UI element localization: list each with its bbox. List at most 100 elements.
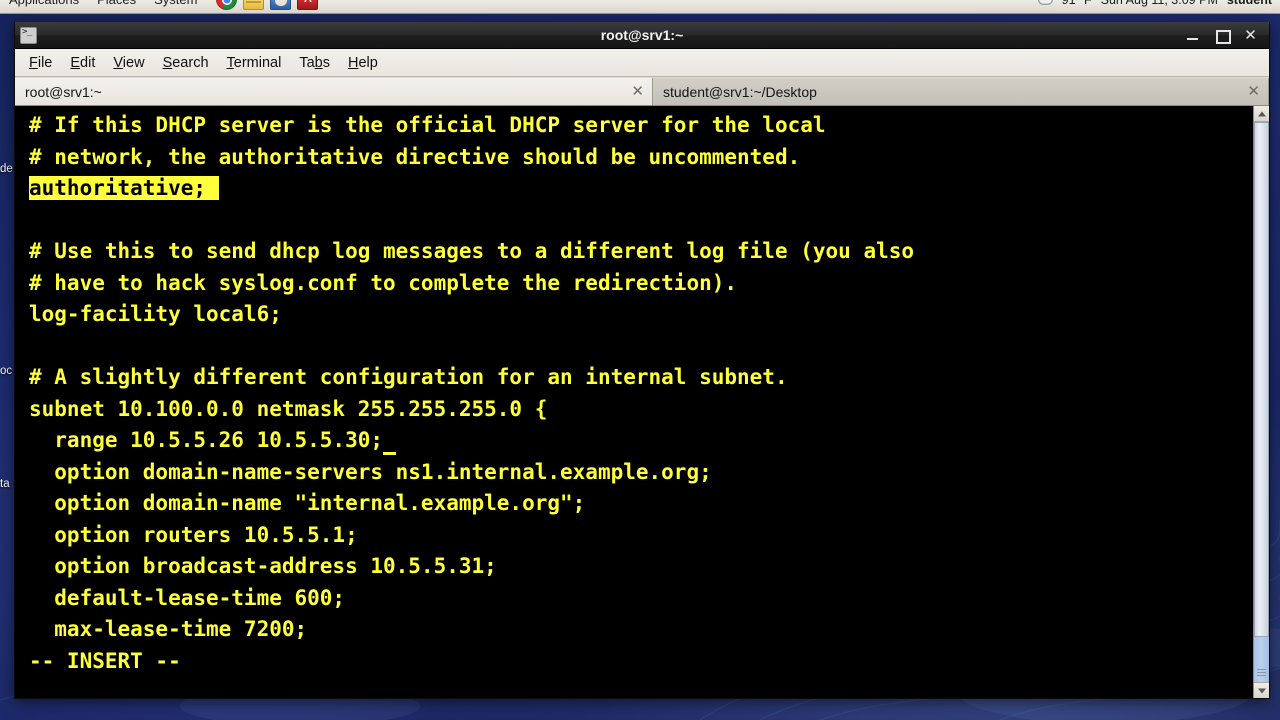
menu-view[interactable]: View — [104, 52, 153, 74]
terminal-line: max-lease-time 7200; — [29, 614, 1253, 646]
terminal-text: option broadcast-address 10.5.5.31; — [29, 554, 497, 578]
menu-tabs[interactable]: Tabs — [290, 52, 339, 74]
panel-clock[interactable]: Sun Aug 11, 3:09 PM — [1101, 0, 1218, 7]
scrollbar-grip — [1257, 669, 1266, 676]
panel-status-area: 91 °F Sun Aug 11, 3:09 PM student — [1037, 0, 1280, 7]
terminal-line: -- INSERT -- — [29, 646, 1253, 678]
terminal-text: log-facility local6; — [29, 302, 282, 326]
panel-menu-system[interactable]: System — [145, 0, 206, 13]
terminal-text: # network, the authoritative directive s… — [29, 144, 801, 169]
menu-edit[interactable]: Edit — [61, 52, 104, 74]
window-controls: ✕ — [1185, 27, 1264, 44]
terminal-text: # A slightly different configuration for… — [29, 365, 788, 389]
terminal-line: option domain-name-servers ns1.internal.… — [29, 457, 1253, 489]
menu-search-post: earch — [172, 54, 209, 71]
desktop-icon-label[interactable]: ta — [0, 478, 10, 490]
tab-root-srv1[interactable]: root@srv1:~ ✕ — [15, 78, 653, 105]
menu-terminal-mnemonic: T — [226, 54, 234, 71]
pdf-launcher-icon[interactable]: A — [297, 0, 319, 10]
menu-search-mnemonic: S — [162, 54, 173, 71]
terminal-line: option routers 10.5.5.1; — [29, 520, 1253, 552]
menu-file-mnemonic: F — [29, 54, 38, 71]
terminal-scrollbar[interactable] — [1253, 106, 1269, 698]
terminal-line: # A slightly different configuration for… — [29, 362, 1253, 394]
top-panel: Applications Places System A 91 °F Sun A… — [0, 0, 1280, 14]
menu-view-post: iew — [122, 54, 145, 71]
maximize-button[interactable] — [1214, 28, 1231, 44]
panel-username[interactable]: student — [1227, 0, 1272, 7]
tab-bar: root@srv1:~ ✕ student@srv1:~/Desktop ✕ — [15, 77, 1269, 106]
terminal-window: root@srv1:~ ✕ File Edit View Search Term… — [14, 22, 1270, 699]
panel-launchers: A — [216, 0, 319, 11]
terminal-text: option domain-name-servers ns1.internal.… — [29, 459, 712, 484]
terminal-text: # have to hack syslog.conf to complete t… — [29, 270, 738, 295]
terminal-text: subnet 10.100.0.0 netmask 255.255.255.0 … — [29, 396, 548, 421]
terminal-text: default-lease-time 600; — [29, 585, 346, 610]
terminal-line: range 10.5.5.26 10.5.5.30; — [29, 425, 1253, 457]
minimize-button[interactable] — [1185, 28, 1200, 43]
terminal-line: # If this DHCP server is the official DH… — [29, 110, 1253, 142]
gimp-launcher-icon[interactable] — [270, 0, 292, 10]
menu-tabs-post: s — [322, 54, 330, 71]
terminal-area: # If this DHCP server is the official DH… — [15, 106, 1269, 698]
terminal-text: option routers 10.5.5.1; — [29, 522, 358, 547]
scrollbar-trough[interactable] — [1254, 122, 1269, 682]
chevron-down-icon — [1257, 688, 1266, 693]
tab-label: student@srv1:~/Desktop — [663, 83, 817, 100]
scroll-up-button[interactable] — [1254, 106, 1269, 122]
terminal-icon — [20, 26, 37, 44]
desktop-icon-label[interactable]: oc — [0, 365, 12, 377]
menu-search[interactable]: Search — [154, 52, 218, 74]
tab-student-desktop[interactable]: student@srv1:~/Desktop ✕ — [653, 78, 1269, 105]
files-launcher-icon[interactable] — [243, 0, 265, 10]
weather-cloud-icon — [1037, 0, 1053, 5]
tab-close-icon[interactable]: ✕ — [621, 84, 644, 99]
desktop-icon-label[interactable]: de — [0, 163, 13, 175]
terminal-line: subnet 10.100.0.0 netmask 255.255.255.0 … — [29, 394, 1253, 426]
window-title: root@srv1:~ — [600, 27, 684, 43]
terminal-screen[interactable]: # If this DHCP server is the official DH… — [15, 106, 1253, 698]
menu-edit-mnemonic: E — [70, 54, 81, 71]
terminal-line: option domain-name "internal.example.org… — [29, 488, 1253, 520]
menu-tabs-mnemonic: b — [314, 54, 323, 71]
menu-tabs-pre: Ta — [299, 54, 315, 71]
chrome-launcher-icon[interactable] — [216, 0, 238, 10]
scrollbar-thumb[interactable] — [1254, 122, 1269, 638]
scroll-down-button[interactable] — [1254, 682, 1269, 698]
menu-bar: File Edit View Search Terminal Tabs Help — [15, 49, 1269, 77]
menu-help-post: elp — [358, 54, 378, 71]
terminal-line: # have to hack syslog.conf to complete t… — [29, 268, 1253, 300]
menu-file[interactable]: File — [20, 52, 61, 74]
window-titlebar[interactable]: root@srv1:~ ✕ — [15, 22, 1269, 49]
terminal-highlighted-text: authoritative; — [29, 176, 219, 200]
panel-menu-applications[interactable]: Applications — [0, 0, 88, 13]
terminal-text: # If this DHCP server is the official DH… — [29, 113, 826, 137]
terminal-line: authoritative; — [29, 173, 1253, 205]
terminal-line: option broadcast-address 10.5.5.31; — [29, 551, 1253, 583]
terminal-line: default-lease-time 600; — [29, 583, 1253, 615]
menu-help-mnemonic: H — [347, 54, 359, 71]
terminal-line: # network, the authoritative directive s… — [29, 142, 1253, 174]
weather-temperature: 91 °F — [1062, 0, 1092, 7]
tab-label: root@srv1:~ — [25, 83, 102, 100]
chevron-up-icon — [1257, 111, 1266, 116]
terminal-text: max-lease-time 7200; — [29, 617, 308, 641]
menu-view-mnemonic: V — [113, 54, 123, 71]
terminal-text: # Use this to send dhcp log messages to … — [29, 239, 915, 263]
menu-terminal[interactable]: Terminal — [218, 52, 291, 74]
terminal-text: option domain-name "internal.example.org… — [29, 491, 586, 515]
terminal-cursor — [383, 428, 396, 455]
menu-edit-post: dit — [80, 54, 96, 71]
close-button[interactable]: ✕ — [1243, 27, 1258, 43]
menu-file-post: ile — [37, 54, 53, 71]
terminal-text: range 10.5.5.26 10.5.5.30; — [29, 428, 384, 452]
menu-terminal-post: erminal — [233, 54, 282, 71]
terminal-text: -- INSERT -- — [29, 648, 181, 673]
panel-menu-places[interactable]: Places — [88, 0, 145, 13]
menu-help[interactable]: Help — [339, 52, 387, 74]
tab-close-icon[interactable]: ✕ — [1237, 84, 1260, 99]
terminal-line: log-facility local6; — [29, 299, 1253, 331]
terminal-line: # Use this to send dhcp log messages to … — [29, 236, 1253, 268]
